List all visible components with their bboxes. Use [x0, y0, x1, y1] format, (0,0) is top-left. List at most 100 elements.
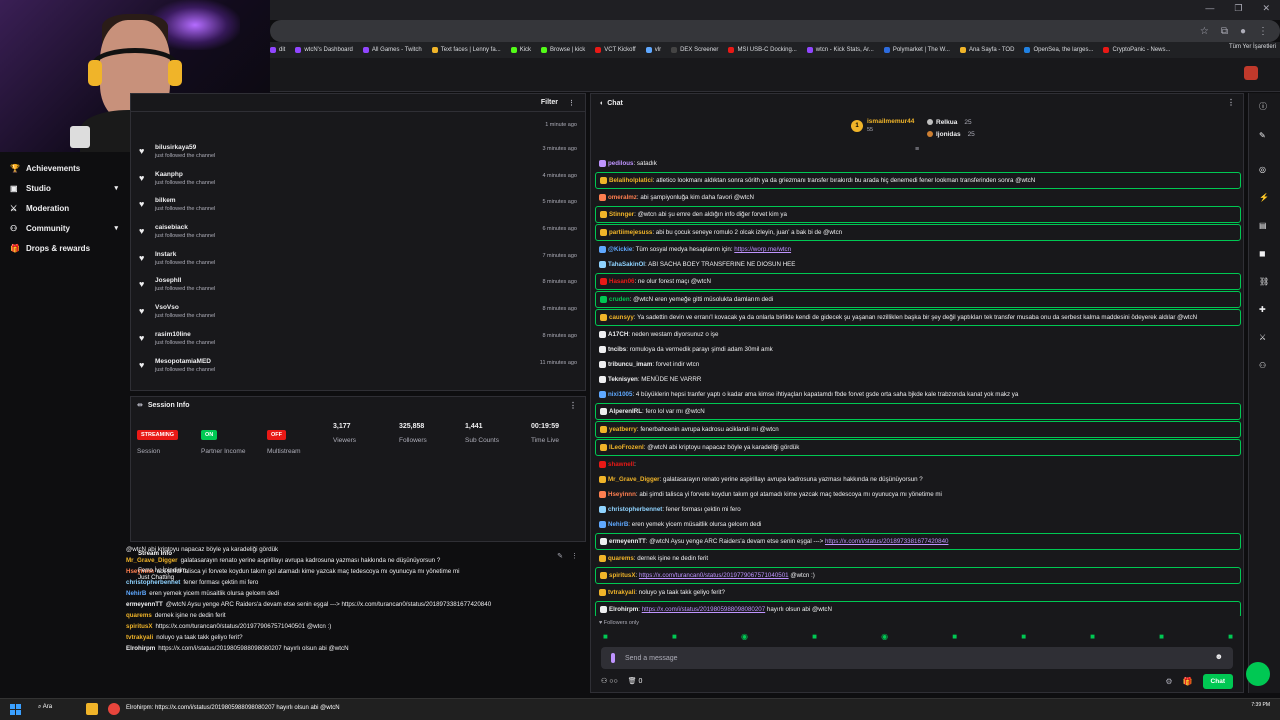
more-icon[interactable]: ⋮: [571, 552, 578, 560]
leaderboard-row[interactable]: Relkua 25: [927, 116, 975, 128]
user-avatar[interactable]: [1244, 66, 1258, 80]
minimize-icon[interactable]: —: [1205, 3, 1214, 14]
start-icon[interactable]: [10, 704, 21, 715]
chat-link[interactable]: https://worp.me/wtcn: [734, 246, 791, 253]
target-icon[interactable]: ◎: [1259, 165, 1266, 174]
chat-username[interactable]: shawnell: [608, 461, 634, 468]
leaderboard-top-name[interactable]: ismailmemur44: [867, 118, 914, 125]
chat-username[interactable]: ermeyennTT: [609, 538, 646, 545]
chevron-down-icon[interactable]: ▾: [114, 224, 118, 232]
chat-username[interactable]: caunsyy: [609, 314, 634, 321]
activity-item[interactable]: ♥ bilusirkaya59 just followed the channel 3…: [131, 140, 585, 167]
chat-username[interactable]: Hseyinnn: [608, 491, 636, 498]
chat-username[interactable]: tvtrakyali: [608, 589, 635, 596]
bolt-icon[interactable]: ⚡: [1259, 193, 1269, 202]
chat-username[interactable]: christopherbennet: [608, 506, 662, 513]
tool-icon[interactable]: ✚: [1259, 305, 1266, 314]
chat-send-button[interactable]: Chat: [1202, 674, 1233, 689]
trash-icon[interactable]: 🗑 0: [628, 677, 643, 685]
emote-icon[interactable]: ■: [1090, 632, 1095, 641]
chat-username[interactable]: tncibs: [608, 346, 626, 353]
chat-username[interactable]: quarems: [608, 555, 634, 562]
profile-icon[interactable]: ●: [1240, 26, 1246, 37]
chat-username[interactable]: NehirB: [608, 521, 628, 528]
bookmark-item[interactable]: wtcN's Dashboard: [295, 47, 353, 53]
more-icon[interactable]: ⋮: [568, 99, 575, 107]
address-bar[interactable]: [270, 20, 1280, 42]
bookmark-item[interactable]: Ana Sayfa - TOD: [959, 47, 1014, 53]
activity-item[interactable]: ♥ caisebiack just followed the channel 6 mi…: [131, 220, 585, 247]
info-icon[interactable]: ⓘ: [1259, 101, 1267, 112]
chat-username[interactable]: pedilous: [608, 160, 633, 167]
chrome-icon[interactable]: [108, 703, 120, 715]
sidebar-item-community[interactable]: ⚇ Community ▾: [0, 218, 128, 238]
bookmark-item[interactable]: Kick: [510, 47, 531, 53]
chat-input[interactable]: Send a message ☻: [601, 647, 1233, 669]
list-icon[interactable]: ▤: [1259, 221, 1267, 230]
bookmark-item[interactable]: wtcn - Kick Stats, Ar...: [806, 47, 874, 53]
chat-link[interactable]: https://x.com/i/status/20198059880980802…: [642, 606, 766, 613]
chat-username[interactable]: TahaSakinOl: [608, 261, 645, 268]
chat-username[interactable]: lLeoFrozenl: [609, 444, 644, 451]
bookmark-item[interactable]: dit: [270, 47, 285, 53]
activity-item[interactable]: ♥ MesopotamiaMED just followed the channel…: [131, 354, 585, 381]
settings-icon[interactable]: ⚙: [1165, 677, 1172, 686]
bookmark-item[interactable]: VCT Kickoff: [595, 47, 636, 53]
leaderboard-row[interactable]: ljonidas 25: [927, 128, 975, 140]
emote-icon[interactable]: ■: [603, 632, 608, 641]
chat-username[interactable]: Mr_Grave_Digger: [608, 476, 660, 483]
bookmark-item[interactable]: CryptoPanic - News...: [1103, 47, 1171, 53]
sidebar-item-drops-rewards[interactable]: 🎁 Drops & rewards: [0, 238, 128, 258]
bookmark-item[interactable]: Text faces | Lenny fa...: [431, 47, 501, 53]
chat-link[interactable]: https://x.com/turancan0/status/201977906…: [639, 572, 789, 579]
chat-username[interactable]: cruden: [609, 296, 630, 303]
chevron-down-icon[interactable]: ▾: [114, 184, 118, 192]
chat-username[interactable]: tribuncu_imam: [608, 361, 652, 368]
bookmark-item[interactable]: MSI USB-C Docking...: [728, 47, 797, 53]
extensions-icon[interactable]: ⧉: [1221, 26, 1228, 37]
more-icon[interactable]: ⋮: [569, 401, 577, 410]
chat-username[interactable]: partiimejesuss: [609, 229, 652, 236]
close-icon[interactable]: ✕: [1262, 3, 1270, 14]
chat-link[interactable]: https://x.com/i/status/20189733816774208…: [825, 538, 949, 545]
link-icon[interactable]: ⛓: [1259, 277, 1269, 286]
chat-username[interactable]: A17CH: [608, 331, 628, 338]
emote-icon[interactable]: ■: [1228, 632, 1233, 641]
bookmark-item[interactable]: Polymarket | The W...: [883, 47, 950, 53]
chat-username[interactable]: nixi1005: [608, 391, 632, 398]
activity-item[interactable]: ♥ Instark just followed the channel 7 minut…: [131, 247, 585, 274]
emoji-icon[interactable]: ☻: [1215, 652, 1223, 661]
chat-username[interactable]: yeatberry: [609, 426, 637, 433]
emote-icon[interactable]: ■: [812, 632, 817, 641]
star-icon[interactable]: ☆: [1200, 26, 1209, 37]
chat-username[interactable]: spiritusX: [609, 572, 635, 579]
emote-icon[interactable]: ■: [1021, 632, 1026, 641]
chat-bubble-icon[interactable]: ◼: [1259, 249, 1266, 258]
chat-username[interactable]: Stinnger: [609, 211, 634, 218]
emote-icon[interactable]: ■: [672, 632, 677, 641]
activity-item[interactable]: ♥ rasim10line just followed the channel 8 m…: [131, 327, 585, 354]
activity-item[interactable]: ♥ VsoVso just followed the channel 8 minute…: [131, 300, 585, 327]
sword-icon[interactable]: ⚔: [1259, 333, 1266, 342]
emote-icon[interactable]: ■: [1159, 632, 1164, 641]
edit-icon[interactable]: ✎: [557, 552, 563, 560]
chat-username[interactable]: @Kickie: [608, 246, 632, 253]
filter-button[interactable]: Filter: [541, 99, 558, 106]
sidebar-item-moderation[interactable]: ⚔ Moderation: [0, 198, 128, 218]
points-icon[interactable]: ⚇ ○○: [601, 677, 618, 685]
bookmark-item[interactable]: Browse | kick: [541, 47, 585, 53]
chat-username[interactable]: Hasan06: [609, 278, 634, 285]
activity-item[interactable]: ♥ bilkem just followed the channel 5 minute…: [131, 193, 585, 220]
more-icon[interactable]: ⋮: [1227, 98, 1235, 107]
people-icon[interactable]: ⚇: [1259, 361, 1266, 370]
chat-username[interactable]: Elrohirpm: [609, 606, 638, 613]
taskbar-search[interactable]: ⌕ Ara: [38, 704, 52, 711]
file-explorer-icon[interactable]: [86, 703, 98, 715]
chat-username[interactable]: Belaliholplatici: [609, 177, 653, 184]
bookmark-item[interactable]: OpenSea, the larges...: [1024, 47, 1093, 53]
assistant-button[interactable]: [1246, 662, 1270, 686]
bookmark-item[interactable]: DEX Screener: [671, 47, 718, 53]
bookmark-item[interactable]: All Games - Twitch: [362, 47, 422, 53]
all-bookmarks[interactable]: Tüm Yer İşaretleri: [1229, 44, 1276, 50]
activity-item[interactable]: ♥ Kaanphp just followed the channel 4 minut…: [131, 167, 585, 194]
